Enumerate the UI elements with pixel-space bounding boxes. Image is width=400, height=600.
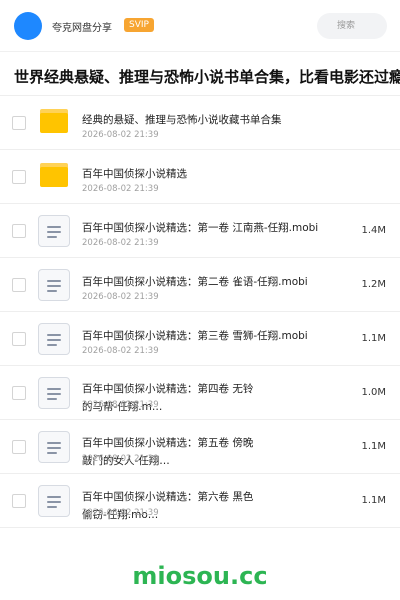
page-title: 世界经典悬疑、推理与恐怖小说书单合集，比看电影还过瘾 [14,68,400,86]
user-name[interactable]: 夸克网盘分享 [52,19,112,34]
file-size: 1.2M [361,279,386,290]
select-checkbox[interactable] [12,386,26,400]
file-size: 1.1M [361,333,386,344]
file-list: 经典的悬疑、推理与恐怖小说收藏书单合集 2026-08-02 21:39 百年中… [0,96,400,528]
svip-badge: SVIP [124,18,154,32]
file-date: 2026-08-02 21:39 [82,238,159,248]
list-item[interactable]: 百年中国侦探小说精选：第二卷 雀语-任翔.mobi 2026-08-02 21:… [0,258,400,312]
file-name[interactable]: 百年中国侦探小说精选：第五卷 傍晚敲门的女人-任翔… [82,434,262,470]
file-name[interactable]: 百年中国侦探小说精选：第二卷 雀语-任翔.mobi [82,274,308,289]
select-checkbox[interactable] [12,278,26,292]
document-icon [38,377,70,409]
list-item[interactable]: 百年中国侦探小说精选：第三卷 雪狮-任翔.mobi 2026-08-02 21:… [0,312,400,366]
file-size: 1.1M [361,495,386,506]
avatar[interactable] [14,12,42,40]
document-icon [38,431,70,463]
watermark: miosou.cc [132,562,268,590]
file-name[interactable]: 经典的悬疑、推理与恐怖小说收藏书单合集 [82,112,282,127]
list-item[interactable]: 百年中国侦探小说精选：第一卷 江南燕-任翔.mobi 2026-08-02 21… [0,204,400,258]
select-checkbox[interactable] [12,494,26,508]
file-date: 2026-08-02 21:39 [82,508,159,518]
file-date: 2026-08-02 21:39 [82,292,159,302]
list-item[interactable]: 百年中国侦探小说精选 2026-08-02 21:39 [0,150,400,204]
file-name[interactable]: 百年中国侦探小说精选：第六卷 黑色偷窃-任翔.mo… [82,488,262,524]
folder-icon [38,107,70,139]
file-size: 1.4M [361,225,386,236]
file-name[interactable]: 百年中国侦探小说精选：第三卷 雪狮-任翔.mobi [82,328,308,343]
folder-icon [38,161,70,193]
list-item[interactable]: 百年中国侦探小说精选：第四卷 无铃的马帮-任翔.m… 2026-08-02 21… [0,366,400,420]
file-size: 1.1M [361,441,386,452]
list-item[interactable]: 百年中国侦探小说精选：第六卷 黑色偷窃-任翔.mo… 2026-08-02 21… [0,474,400,528]
select-checkbox[interactable] [12,332,26,346]
file-date: 2026-08-02 21:39 [82,184,159,194]
select-checkbox[interactable] [12,440,26,454]
select-checkbox[interactable] [12,224,26,238]
file-date: 2026-08-02 21:39 [82,454,159,464]
file-date: 2026-08-02 21:39 [82,130,159,140]
file-name[interactable]: 百年中国侦探小说精选：第四卷 无铃的马帮-任翔.m… [82,380,262,416]
select-checkbox[interactable] [12,170,26,184]
list-item[interactable]: 经典的悬疑、推理与恐怖小说收藏书单合集 2026-08-02 21:39 [0,96,400,150]
search-input[interactable]: 搜索 [317,13,387,39]
file-name[interactable]: 百年中国侦探小说精选 [82,166,187,181]
document-icon [38,215,70,247]
title-bar: 世界经典悬疑、推理与恐怖小说书单合集，比看电影还过瘾 [0,52,400,96]
document-icon [38,323,70,355]
file-size: 1.0M [361,387,386,398]
document-icon [38,485,70,517]
header: 夸克网盘分享 SVIP 搜索 [0,0,400,52]
file-date: 2026-08-02 21:39 [82,400,159,410]
file-name[interactable]: 百年中国侦探小说精选：第一卷 江南燕-任翔.mobi [82,220,318,235]
file-date: 2026-08-02 21:39 [82,346,159,356]
list-item[interactable]: 百年中国侦探小说精选：第五卷 傍晚敲门的女人-任翔… 2026-08-02 21… [0,420,400,474]
select-checkbox[interactable] [12,116,26,130]
document-icon [38,269,70,301]
